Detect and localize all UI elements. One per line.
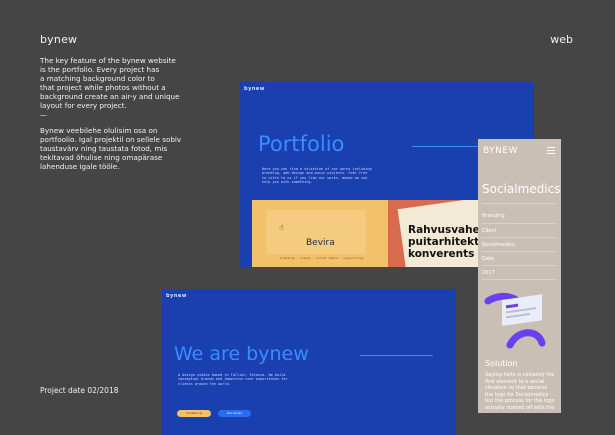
separator: — (40, 111, 47, 119)
project-title: Socialmedics (482, 182, 561, 196)
meta-value: 2017 (482, 270, 495, 276)
works-button[interactable]: Our works (218, 410, 251, 417)
meta-label: Date (482, 256, 494, 262)
contact-button[interactable]: Contact us (177, 410, 211, 417)
hero-intro: A design studio based in Tallinn, Estoni… (178, 373, 288, 386)
meta-label: Client (482, 228, 497, 234)
mockup-logo[interactable]: bynew (244, 86, 265, 92)
mockup-logo[interactable]: bynew (166, 293, 187, 299)
divider (482, 223, 557, 224)
divider (482, 279, 557, 280)
portfolio-title: Portfolio (258, 132, 345, 156)
meta-value: Socialmedics (482, 242, 515, 248)
category-label: web (550, 33, 573, 46)
project-card-bevira[interactable]: ☝ Bevira branding · visual · social medi… (252, 200, 388, 267)
solution-title: Solution (485, 359, 518, 368)
project-illustration (484, 292, 546, 349)
mobile-logo[interactable]: BYNEW (483, 146, 518, 156)
portfolio-intro: Here you can find a selection of our wor… (262, 167, 372, 184)
brand-name: bynew (40, 33, 78, 46)
title-rule (360, 355, 433, 356)
description-estonian: Bynew veebilehe olulisim osa on portfool… (40, 126, 182, 171)
divider (482, 237, 557, 238)
card-caption: branding · visual · social media · copyw… (280, 256, 364, 260)
project-date: Project date 02/2018 (40, 386, 119, 395)
title-rule (412, 146, 486, 147)
mobile-mockup: BYNEW Socialmedics Branding Client Socia… (478, 139, 561, 413)
hamburger-menu-icon[interactable] (547, 147, 555, 154)
cursor-icon: ☝ (279, 223, 284, 232)
meta-label: Branding (482, 213, 505, 219)
home-mockup: bynew We are bynew A design studio based… (162, 289, 455, 435)
divider (482, 251, 557, 252)
divider (482, 265, 557, 266)
hero-title: We are bynew (174, 343, 309, 365)
description-english: The key feature of the bynew website is … (40, 56, 180, 110)
poster-text: Rahvusvahe puitarhitekt konverents (408, 224, 480, 260)
divider (482, 203, 557, 204)
card-label: Bevira (306, 238, 335, 248)
solution-text: Saying hello is certainly the first elem… (485, 372, 555, 411)
